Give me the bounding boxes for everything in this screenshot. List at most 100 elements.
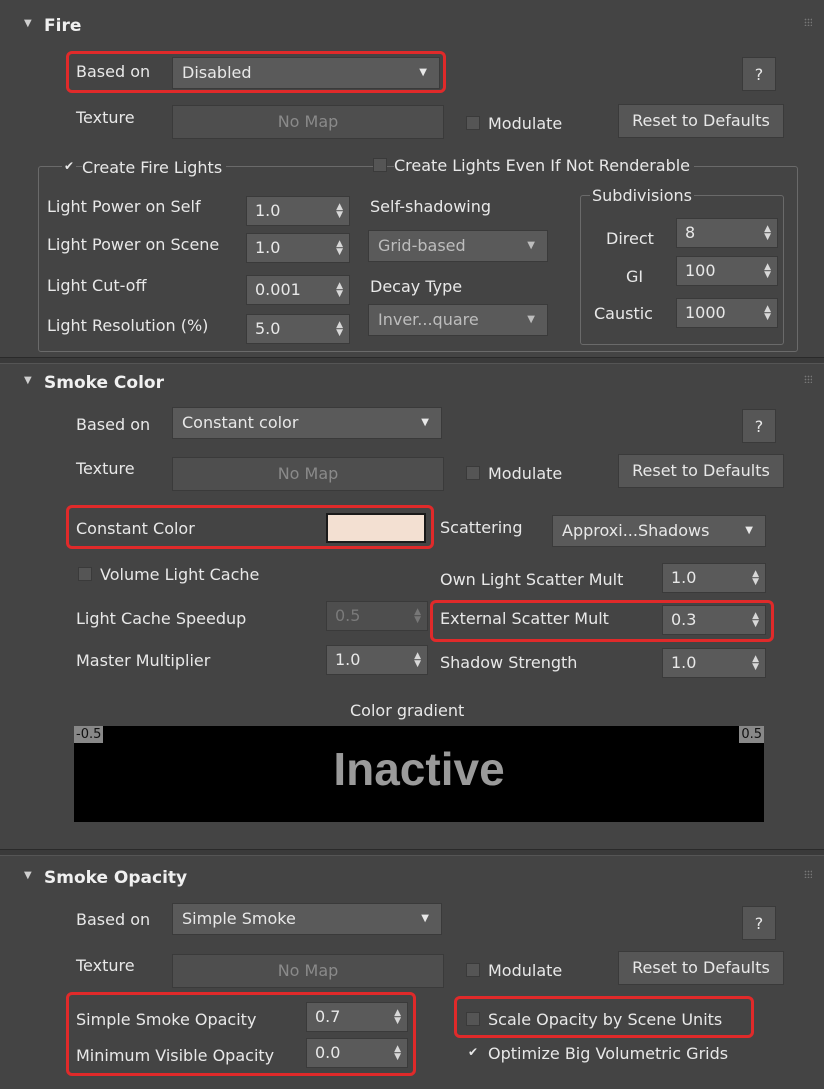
volume-light-cache-label: Volume Light Cache [100,565,260,584]
light-power-scene-label: Light Power on Scene [47,235,220,254]
smoke-color-rollout-header[interactable]: ▼ Smoke Color [8,365,816,401]
scattering-dropdown[interactable]: Approxi...Shadows ▼ [552,515,766,547]
own-light-scatter-spinner[interactable]: 1.0 ▲ ▼ [662,563,766,593]
smoke-color-based-on-dropdown[interactable]: Constant color ▼ [172,407,442,439]
minimum-visible-opacity-spinner[interactable]: 0.0 ▲ ▼ [306,1038,408,1068]
spinner-arrows-icon[interactable]: ▲ ▼ [394,1009,401,1026]
volume-light-cache-checkbox[interactable] [78,567,92,581]
self-shadowing-dropdown[interactable]: Grid-based ▼ [368,230,548,262]
decay-type-dropdown[interactable]: Inver...quare ▼ [368,304,548,336]
smoke-opacity-based-on-dropdown[interactable]: Simple Smoke ▼ [172,903,442,935]
smoke-opacity-based-on-label: Based on [76,910,151,929]
caustic-label: Caustic [594,304,653,323]
fire-based-on-dropdown[interactable]: Disabled ▼ [172,57,440,89]
light-power-self-value: 1.0 [255,201,281,220]
light-cutoff-spinner[interactable]: 0.001 ▲ ▼ [246,275,350,305]
light-power-scene-spinner[interactable]: 1.0 ▲ ▼ [246,233,350,263]
scale-opacity-label: Scale Opacity by Scene Units [488,1010,723,1029]
smoke-opacity-rollout-header[interactable]: ▼ Smoke Opacity [8,860,816,896]
light-cache-speedup-spinner[interactable]: 0.5 ▲ ▼ [326,601,428,631]
caustic-value: 1000 [685,303,726,322]
master-multiplier-spinner[interactable]: 1.0 ▲ ▼ [326,645,428,675]
chevron-down-icon: ▼ [421,417,429,428]
direct-value: 8 [685,223,696,242]
external-scatter-spinner[interactable]: 0.3 ▲ ▼ [662,605,766,635]
smoke-color-texture-map-button[interactable]: No Map [172,457,444,491]
light-resolution-label: Light Resolution (%) [47,316,209,335]
fire-modulate-checkbox[interactable] [466,116,480,130]
gi-label: GI [626,267,644,286]
optimize-checkbox[interactable]: ✔ [466,1046,480,1060]
gi-spinner[interactable]: 100 ▲ ▼ [676,256,778,286]
spinner-arrows-icon[interactable]: ▲ ▼ [764,305,771,322]
smoke-color-modulate-label: Modulate [488,464,563,483]
color-gradient-control[interactable]: -0.5 0.5 Inactive [74,726,764,822]
scale-opacity-checkbox[interactable] [466,1012,480,1026]
smoke-opacity-based-on-value: Simple Smoke [182,909,296,928]
constant-color-swatch[interactable] [326,513,426,543]
spinner-arrows-icon[interactable]: ▲ ▼ [336,321,343,338]
direct-spinner[interactable]: 8 ▲ ▼ [676,218,778,248]
smoke-color-texture-label: Texture [76,459,135,478]
smoke-color-reset-button[interactable]: Reset to Defaults [618,454,784,488]
shadow-strength-spinner[interactable]: 1.0 ▲ ▼ [662,648,766,678]
chevron-down-icon: ▼ [527,240,535,251]
create-fire-lights-checkbox[interactable]: ✔ [62,160,76,174]
gradient-max-label: 0.5 [739,726,764,743]
spinner-arrows-icon[interactable]: ▲ ▼ [394,1045,401,1062]
smoke-opacity-texture-label: Texture [76,956,135,975]
smoke-opacity-help-button[interactable]: ? [742,906,776,940]
fire-reset-button[interactable]: Reset to Defaults [618,104,784,138]
light-power-self-spinner[interactable]: 1.0 ▲ ▼ [246,196,350,226]
own-light-scatter-label: Own Light Scatter Mult [440,570,624,589]
spinner-arrows-icon[interactable]: ▲ ▼ [414,608,421,625]
collapse-arrow-icon: ▼ [24,375,32,386]
minimum-visible-opacity-label: Minimum Visible Opacity [76,1046,275,1065]
chevron-down-icon: ▼ [419,67,427,78]
chevron-down-icon: ▼ [745,525,753,536]
fire-help-button[interactable]: ? [742,57,776,91]
smoke-opacity-reset-button[interactable]: Reset to Defaults [618,951,784,985]
smoke-color-modulate-checkbox[interactable] [466,466,480,480]
optimize-label: Optimize Big Volumetric Grids [488,1044,729,1063]
spinner-arrows-icon[interactable]: ▲ ▼ [414,652,421,669]
caustic-spinner[interactable]: 1000 ▲ ▼ [676,298,778,328]
create-lights-even-checkbox[interactable] [373,158,387,172]
smoke-opacity-modulate-checkbox[interactable] [466,963,480,977]
fire-texture-map-button[interactable]: No Map [172,105,444,139]
smoke-opacity-modulate-label: Modulate [488,961,563,980]
rollout-separator [0,849,824,856]
spinner-arrows-icon[interactable]: ▲ ▼ [752,570,759,587]
spinner-arrows-icon[interactable]: ▲ ▼ [764,263,771,280]
smoke-opacity-texture-map-button[interactable]: No Map [172,954,444,988]
light-resolution-spinner[interactable]: 5.0 ▲ ▼ [246,314,350,344]
chevron-down-icon: ▼ [527,314,535,325]
self-shadowing-label: Self-shadowing [370,197,492,216]
spinner-arrows-icon[interactable]: ▲ ▼ [764,225,771,242]
create-fire-lights-label: Create Fire Lights [82,158,227,177]
smoke-color-based-on-label: Based on [76,415,151,434]
grip-icon[interactable] [804,375,812,383]
simple-smoke-opacity-label: Simple Smoke Opacity [76,1010,257,1029]
fire-modulate-label: Modulate [488,114,563,133]
spinner-arrows-icon[interactable]: ▲ ▼ [336,240,343,257]
decay-type-value: Inver...quare [378,310,479,329]
spinner-arrows-icon[interactable]: ▲ ▼ [752,612,759,629]
gradient-status: Inactive [333,743,505,795]
spinner-arrows-icon[interactable]: ▲ ▼ [752,655,759,672]
simple-smoke-opacity-spinner[interactable]: 0.7 ▲ ▼ [306,1002,408,1032]
external-scatter-value: 0.3 [671,610,697,629]
spinner-arrows-icon[interactable]: ▲ ▼ [336,203,343,220]
light-cache-speedup-label: Light Cache Speedup [76,609,247,628]
spinner-arrows-icon[interactable]: ▲ ▼ [336,282,343,299]
fire-rollout: ▼ Fire Based on Disabled ▼ ? Texture No … [0,0,824,357]
grip-icon[interactable] [804,18,812,26]
smoke-color-help-button[interactable]: ? [742,409,776,443]
minimum-visible-opacity-value: 0.0 [315,1043,341,1062]
direct-label: Direct [606,229,654,248]
fire-based-on-value: Disabled [182,63,252,82]
chevron-down-icon: ▼ [421,913,429,924]
light-power-scene-value: 1.0 [255,238,281,257]
grip-icon[interactable] [804,870,812,878]
fire-rollout-header[interactable]: ▼ Fire [8,8,816,44]
